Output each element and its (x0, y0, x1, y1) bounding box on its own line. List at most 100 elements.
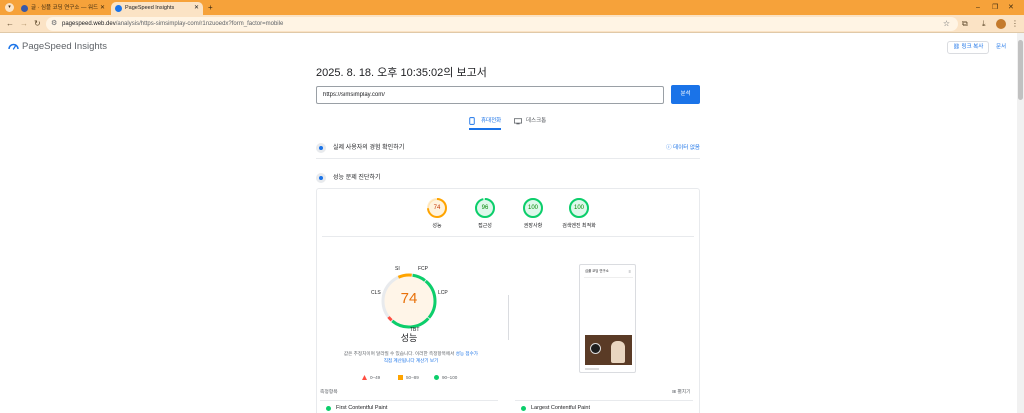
maximize-icon[interactable]: ❐ (992, 2, 998, 13)
metric-label: Largest Contentful Paint (531, 405, 591, 411)
calculated-link[interactable]: 직접 계산됩니다 (384, 358, 415, 363)
performance-label: 성능 (400, 333, 418, 343)
app-title[interactable]: PageSpeed Insights (22, 41, 107, 53)
pass-dot-icon (326, 406, 331, 411)
analyze-button[interactable]: 분석 (671, 85, 700, 104)
desktop-icon (514, 118, 522, 125)
tab-search-icon[interactable]: ▾ (5, 3, 14, 12)
close-icon[interactable]: ✕ (194, 2, 199, 15)
person-illustration (611, 341, 625, 363)
window-close-icon[interactable]: ✕ (1008, 2, 1014, 13)
diagnose-section: 성능 문제 진단하기 (316, 168, 700, 188)
circle-icon (434, 375, 439, 380)
link-icon: ⛓ (953, 44, 962, 50)
metric-label: First Contentful Paint (336, 405, 388, 411)
diagnose-icon (316, 173, 326, 183)
tab-label: 휴대전화 (481, 118, 502, 124)
device-tabs: 휴대전화 데스크톱 (316, 113, 700, 131)
category-label: 성능 (432, 223, 442, 229)
category-score: 96 (481, 205, 489, 211)
page-screenshot-preview: 심플 코딩 연구소 ≡ (579, 264, 636, 373)
score-ring: 100 (568, 197, 590, 219)
score-ring: 74 (426, 197, 448, 219)
divider (508, 295, 509, 340)
url-host: pagespeed.web.dev (62, 21, 116, 27)
minimize-icon[interactable]: – (976, 2, 980, 13)
tab-desktop[interactable]: 데스크톱 (514, 113, 546, 130)
copy-link-button[interactable]: ⛓ 링크 복사 (947, 41, 990, 54)
wordpress-icon (21, 5, 28, 12)
tab-wordpress[interactable]: 글 · 심플 코딩 연구소 — 워드 ✕ (17, 2, 109, 15)
metric-fcp[interactable]: First Contentful Paint (320, 400, 498, 413)
logo-icon (590, 343, 601, 354)
url-path: /analysis/https-simsimplay-com/r1nzuoedx… (115, 21, 284, 27)
category-gauge[interactable]: 100 권장사항 (511, 197, 555, 230)
menu-icon[interactable]: ⋮ (1011, 18, 1019, 30)
copy-link-label: 링크 복사 (961, 44, 984, 50)
category-gauge[interactable]: 100 검색엔진 최적화 (557, 197, 601, 230)
reload-icon[interactable]: ↻ (34, 18, 41, 30)
desc-text: 값은 추정치이며 달라질 수 있습니다. 이러한 측정항목에서 (343, 351, 455, 356)
pass-dot-icon (521, 406, 526, 411)
divider (316, 158, 700, 159)
omnibox[interactable]: ⚙ pagespeed.web.dev/analysis/https-simsi… (46, 17, 958, 31)
field-data-section[interactable]: 실제 사용자의 경험 확인하기 ⓘ 데이터 없음 (316, 138, 700, 158)
tab-label: PageSpeed Insights (125, 5, 175, 11)
tab-pagespeed[interactable]: PageSpeed Insights ✕ (111, 2, 203, 15)
preview-site-title: 심플 코딩 연구소 (585, 269, 609, 273)
url-text[interactable]: pagespeed.web.dev/analysis/https-simsimp… (62, 17, 283, 31)
no-data-link[interactable]: ⓘ 데이터 없음 (666, 142, 700, 154)
divider (584, 277, 633, 278)
bookmark-star-icon[interactable]: ☆ (943, 17, 950, 31)
lcp-label: LCP (438, 290, 448, 296)
category-gauge[interactable]: 74 성능 (415, 197, 459, 230)
performance-score: 74 (400, 290, 418, 307)
score-ring: 100 (522, 197, 544, 219)
divider (322, 236, 694, 237)
category-score: 74 (433, 205, 441, 211)
category-gauge[interactable]: 96 접근성 (463, 197, 507, 230)
si-label: SI (395, 266, 400, 272)
legend-label: 90–100 (442, 375, 458, 380)
category-label: 검색엔진 최적화 (562, 223, 596, 229)
legend-label: 50–89 (406, 375, 419, 380)
scrollbar-thumb[interactable] (1018, 40, 1023, 100)
calculator-link[interactable]: 계산기 보기 (416, 358, 438, 363)
metric-lcp[interactable]: Largest Contentful Paint (515, 400, 693, 413)
legend-label: 0–49 (370, 375, 381, 380)
category-label: 접근성 (478, 223, 492, 229)
score-link[interactable]: 성능 점수가 (456, 351, 478, 356)
user-experience-icon (316, 143, 326, 153)
legend-fail: 0–49 (362, 374, 380, 381)
hamburger-icon: ≡ (628, 269, 631, 274)
back-icon[interactable]: ← (6, 18, 14, 30)
profile-avatar[interactable] (996, 19, 1006, 29)
site-info-icon[interactable]: ⚙ (51, 20, 59, 28)
category-label: 권장사항 (523, 223, 543, 229)
docs-link[interactable]: 문서 (996, 43, 1006, 52)
section-label: 성능 문제 진단하기 (333, 175, 381, 181)
extensions-icon[interactable]: ⧉ (962, 18, 968, 30)
tab-mobile[interactable]: 휴대전화 (469, 113, 502, 130)
phone-icon (469, 117, 475, 125)
browser-tab-strip: ▾ 글 · 심플 코딩 연구소 — 워드 ✕ PageSpeed Insight… (0, 0, 1024, 15)
url-input[interactable] (316, 86, 664, 104)
new-tab-button[interactable]: + (208, 2, 213, 13)
close-icon[interactable]: ✕ (100, 2, 105, 15)
pagespeed-logo-icon[interactable] (8, 42, 19, 51)
expand-button[interactable]: ⊞ 펼치기 (672, 389, 691, 396)
cls-label: CLS (371, 290, 381, 296)
score-ring: 96 (474, 197, 496, 219)
category-score: 100 (527, 205, 538, 211)
page-title: 2025. 8. 18. 오후 10:35:02의 보고서 (316, 67, 487, 79)
triangle-icon (362, 375, 367, 380)
downloads-icon[interactable]: ⤓ (982, 18, 986, 30)
tab-label: 글 · 심플 코딩 연구소 — 워드 (31, 5, 99, 11)
forward-icon[interactable]: → (20, 18, 28, 30)
preview-hero-image (585, 335, 632, 365)
no-data-label: 데이터 없음 (673, 145, 700, 151)
legend-average: 50–89 (398, 374, 419, 381)
metrics-header: 측정항목 (320, 390, 338, 395)
fcp-label: FCP (418, 266, 428, 272)
section-label: 실제 사용자의 경험 확인하기 (333, 145, 405, 151)
